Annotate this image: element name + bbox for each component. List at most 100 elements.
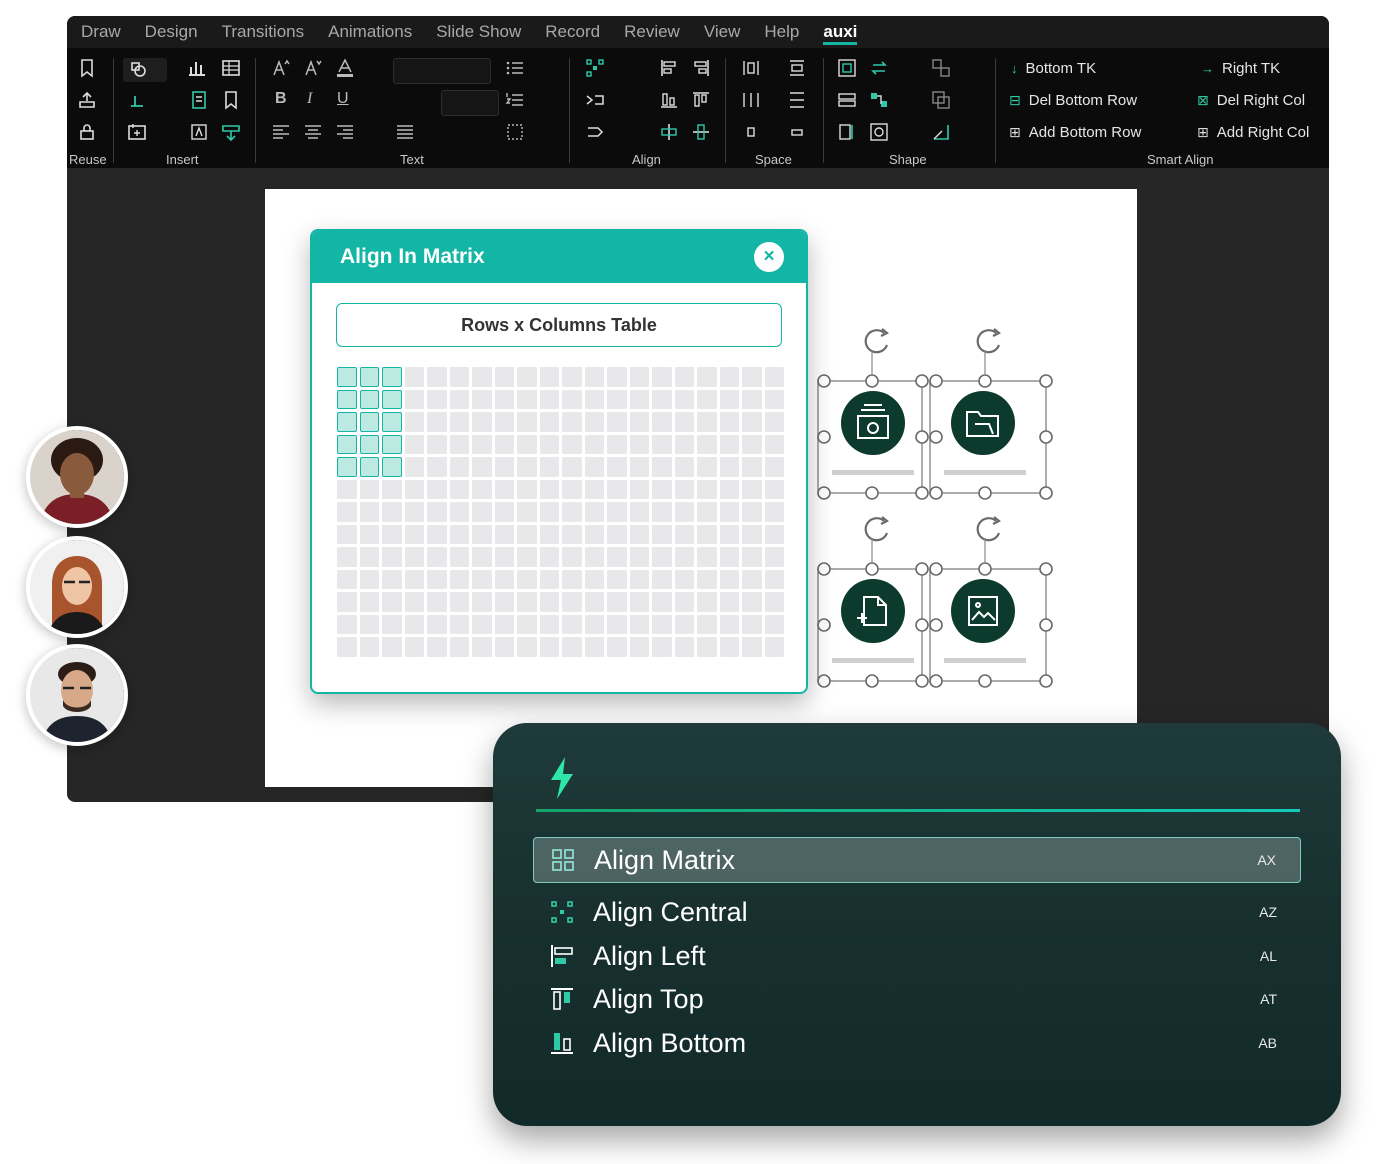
align-left-icon[interactable] (659, 58, 679, 78)
matrix-cell[interactable] (742, 592, 762, 612)
matrix-cell[interactable] (539, 479, 559, 499)
matrix-cell[interactable] (494, 457, 514, 477)
matrix-cell-selected[interactable] (359, 412, 379, 432)
matrix-cell[interactable] (764, 524, 784, 544)
matrix-cell[interactable] (652, 434, 672, 454)
upload-icon[interactable] (77, 90, 97, 110)
matrix-cell[interactable] (449, 524, 469, 544)
matrix-cell[interactable] (449, 367, 469, 387)
space-horizontal-alt-icon[interactable] (741, 90, 761, 110)
matrix-cell[interactable] (427, 434, 447, 454)
matrix-cell[interactable] (472, 524, 492, 544)
matrix-cell-selected[interactable] (359, 389, 379, 409)
matrix-cell[interactable] (449, 434, 469, 454)
matrix-cell[interactable] (449, 412, 469, 432)
matrix-cell[interactable] (629, 592, 649, 612)
matrix-cell[interactable] (472, 502, 492, 522)
connector-icon[interactable] (869, 90, 889, 110)
matrix-cell[interactable] (449, 614, 469, 634)
matrix-cell[interactable] (674, 412, 694, 432)
matrix-cell[interactable] (584, 457, 604, 477)
matrix-cell[interactable] (449, 457, 469, 477)
matrix-cell[interactable] (719, 367, 739, 387)
matrix-cell[interactable] (517, 524, 537, 544)
matrix-cell[interactable] (337, 592, 357, 612)
matrix-cell[interactable] (539, 524, 559, 544)
matrix-cell[interactable] (539, 434, 559, 454)
matrix-cell[interactable] (359, 569, 379, 589)
matrix-cell[interactable] (359, 637, 379, 657)
matrix-cell[interactable] (584, 524, 604, 544)
matrix-cell[interactable] (539, 412, 559, 432)
matrix-cell[interactable] (494, 637, 514, 657)
matrix-cell[interactable] (629, 569, 649, 589)
matrix-cell[interactable] (652, 367, 672, 387)
matrix-cell[interactable] (472, 569, 492, 589)
matrix-cell[interactable] (697, 479, 717, 499)
tab-draw[interactable]: Draw (69, 16, 133, 48)
matrix-cell[interactable] (427, 524, 447, 544)
matrix-cell[interactable] (359, 479, 379, 499)
space-vertical-icon[interactable] (787, 58, 807, 78)
matrix-cell[interactable] (742, 569, 762, 589)
matrix-cell[interactable] (337, 479, 357, 499)
list-sheet-icon[interactable] (189, 90, 209, 110)
matrix-cell[interactable] (719, 479, 739, 499)
matrix-cell[interactable] (449, 637, 469, 657)
matrix-cell[interactable] (697, 457, 717, 477)
matrix-cell[interactable] (404, 412, 424, 432)
matrix-cell-selected[interactable] (337, 457, 357, 477)
matrix-cell[interactable] (719, 614, 739, 634)
matrix-grid-picker[interactable] (337, 367, 784, 657)
matrix-cell[interactable] (697, 547, 717, 567)
matrix-cell[interactable] (337, 637, 357, 657)
matrix-cell[interactable] (607, 367, 627, 387)
matrix-cell[interactable] (584, 614, 604, 634)
matrix-cell[interactable] (562, 614, 582, 634)
align-center-vertical-icon[interactable] (691, 122, 711, 142)
matrix-cell[interactable] (472, 457, 492, 477)
matrix-cell[interactable] (697, 592, 717, 612)
selected-icon-grid[interactable] (800, 320, 1070, 700)
rows-columns-table-button[interactable]: Rows x Columns Table (336, 303, 782, 347)
matrix-cell[interactable] (382, 637, 402, 657)
align-text-center-icon[interactable] (303, 122, 323, 142)
matrix-cell[interactable] (494, 547, 514, 567)
matrix-cell[interactable] (562, 389, 582, 409)
matrix-cell[interactable] (404, 614, 424, 634)
matrix-cell[interactable] (719, 569, 739, 589)
font-family-select[interactable] (393, 58, 491, 84)
matrix-cell-selected[interactable] (382, 389, 402, 409)
matrix-cell[interactable] (584, 367, 604, 387)
matrix-cell[interactable] (404, 637, 424, 657)
matrix-cell[interactable] (607, 502, 627, 522)
matrix-cell[interactable] (562, 367, 582, 387)
matrix-cell[interactable] (674, 637, 694, 657)
matrix-cell[interactable] (697, 524, 717, 544)
matrix-cell[interactable] (427, 592, 447, 612)
matrix-cell[interactable] (494, 434, 514, 454)
font-size-select[interactable] (441, 90, 499, 116)
matrix-cell-selected[interactable] (337, 412, 357, 432)
matrix-cell[interactable] (472, 592, 492, 612)
table-icon[interactable] (221, 58, 241, 78)
matrix-cell[interactable] (562, 524, 582, 544)
matrix-cell[interactable] (562, 502, 582, 522)
matrix-cell[interactable] (472, 389, 492, 409)
matrix-cell[interactable] (517, 367, 537, 387)
matrix-cell[interactable] (629, 547, 649, 567)
matrix-cell[interactable] (562, 479, 582, 499)
del-bottom-row-button[interactable]: ⊟ Del Bottom Row (1009, 92, 1137, 109)
matrix-cell[interactable] (764, 502, 784, 522)
matrix-cell[interactable] (517, 479, 537, 499)
tab-animations[interactable]: Animations (316, 16, 424, 48)
frame-add-icon[interactable] (127, 122, 147, 142)
matrix-cell[interactable] (562, 457, 582, 477)
matrix-cell[interactable] (697, 637, 717, 657)
matrix-cell-selected[interactable] (382, 457, 402, 477)
tab-slide-show[interactable]: Slide Show (424, 16, 533, 48)
matrix-cell-selected[interactable] (337, 389, 357, 409)
matrix-cell-selected[interactable] (337, 434, 357, 454)
matrix-cell[interactable] (764, 569, 784, 589)
align-right-icon[interactable] (691, 58, 711, 78)
